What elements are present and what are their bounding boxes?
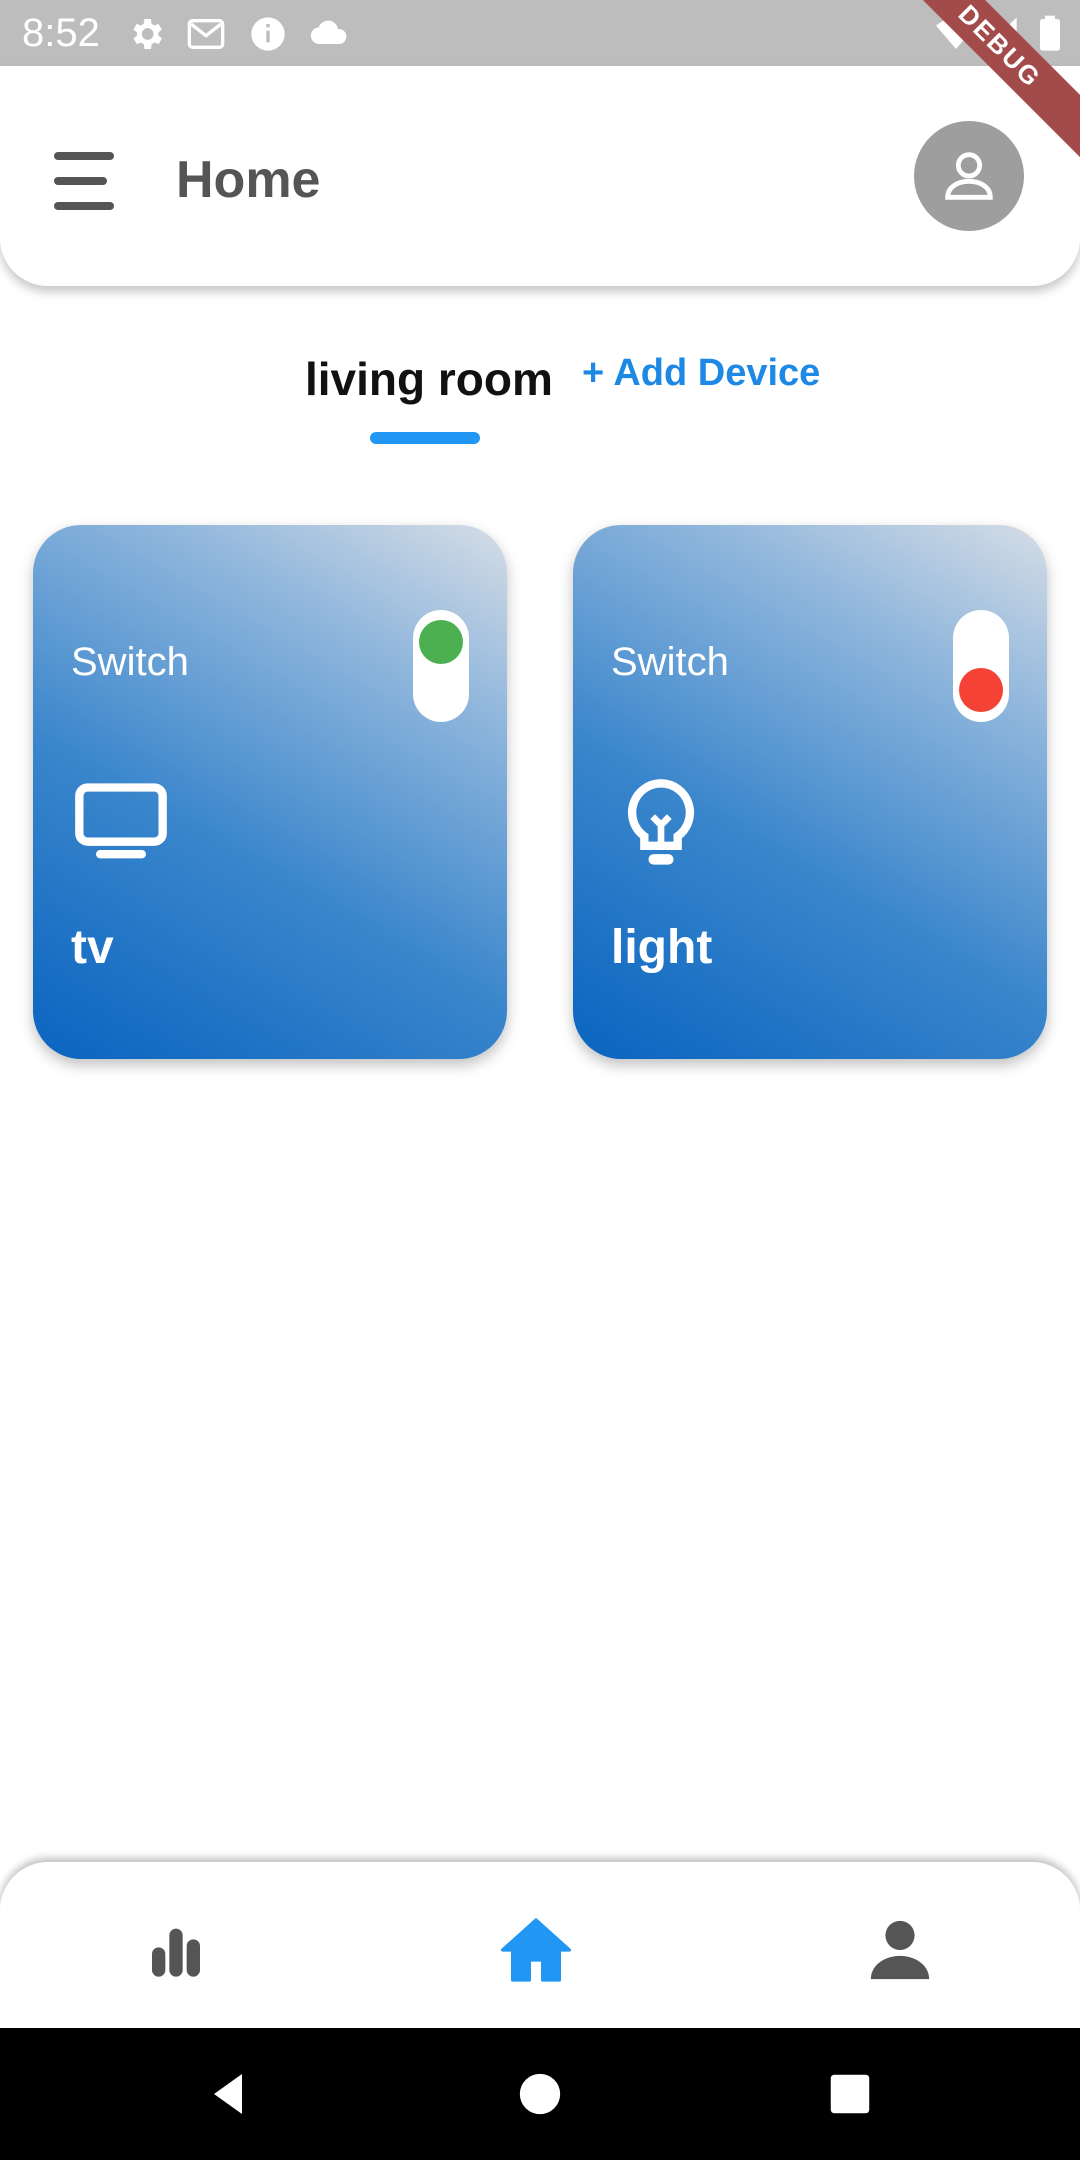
person-icon xyxy=(870,1920,930,1980)
settings-icon xyxy=(133,19,162,49)
menu-line xyxy=(54,202,114,210)
device-card-tv[interactable]: Switch tv xyxy=(33,525,507,1059)
device-card-light[interactable]: Switch light xyxy=(573,525,1047,1059)
toggle-knob xyxy=(419,620,463,664)
nav-home[interactable] xyxy=(496,1910,576,1990)
recents-button[interactable] xyxy=(818,2062,882,2126)
lightbulb-icon xyxy=(627,779,695,865)
switch-toggle-tv[interactable] xyxy=(413,610,469,722)
page-title: Home xyxy=(176,151,321,209)
card-label: Switch xyxy=(611,640,729,684)
home-icon xyxy=(501,1918,571,1982)
menu-icon[interactable] xyxy=(44,146,124,216)
bottom-nav xyxy=(0,1862,1080,2028)
home-system-button[interactable] xyxy=(508,2062,572,2126)
device-name: tv xyxy=(71,921,114,974)
tab-indicator xyxy=(370,432,480,444)
add-device-button[interactable]: + Add Device xyxy=(582,352,820,395)
toggle-knob xyxy=(959,668,1003,712)
status-bar: 8:52 DEBUG xyxy=(0,0,1080,168)
bar-chart-icon xyxy=(152,1928,200,1977)
back-button[interactable] xyxy=(196,2062,260,2126)
switch-toggle-light[interactable] xyxy=(953,610,1009,722)
back-icon xyxy=(214,2074,242,2114)
card-label: Switch xyxy=(71,640,189,684)
tv-icon xyxy=(75,783,167,859)
device-name: light xyxy=(611,921,713,974)
battery-icon xyxy=(1040,15,1060,51)
person-icon xyxy=(945,152,993,200)
cloud-icon xyxy=(310,20,347,45)
tab-living-room[interactable]: living room xyxy=(305,352,553,406)
status-time: 8:52 xyxy=(22,11,100,55)
gmail-icon xyxy=(187,19,225,49)
circle-icon xyxy=(519,2073,561,2115)
app-bar: Home xyxy=(0,66,1080,286)
menu-line xyxy=(54,177,107,185)
square-icon xyxy=(830,2074,870,2114)
avatar[interactable] xyxy=(914,121,1024,231)
info-icon xyxy=(251,17,285,51)
menu-line xyxy=(54,152,114,160)
nav-stats[interactable] xyxy=(136,1910,216,1990)
nav-profile[interactable] xyxy=(860,1910,940,1990)
system-nav-bar xyxy=(0,2028,1080,2160)
